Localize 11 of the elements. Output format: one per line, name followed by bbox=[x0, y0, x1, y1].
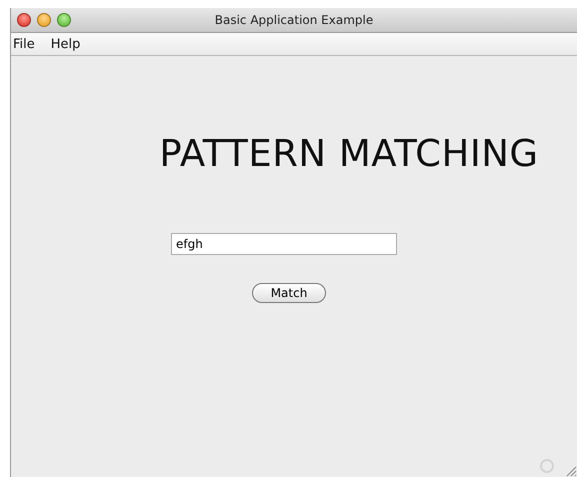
menu-item[interactable]: File bbox=[13, 36, 35, 52]
window-title: Basic Application Example bbox=[214, 13, 374, 27]
spinner-icon bbox=[539, 458, 555, 474]
zoom-button[interactable] bbox=[57, 13, 71, 27]
match-button[interactable]: Match bbox=[252, 283, 326, 303]
menu-item[interactable]: Help bbox=[50, 36, 80, 52]
heading: PATTERN MATCHING bbox=[159, 132, 539, 175]
close-button[interactable] bbox=[17, 13, 31, 27]
minimize-button[interactable] bbox=[37, 13, 51, 27]
resize-grip-icon[interactable] bbox=[565, 465, 577, 477]
input-field[interactable]: efgh bbox=[171, 233, 397, 255]
